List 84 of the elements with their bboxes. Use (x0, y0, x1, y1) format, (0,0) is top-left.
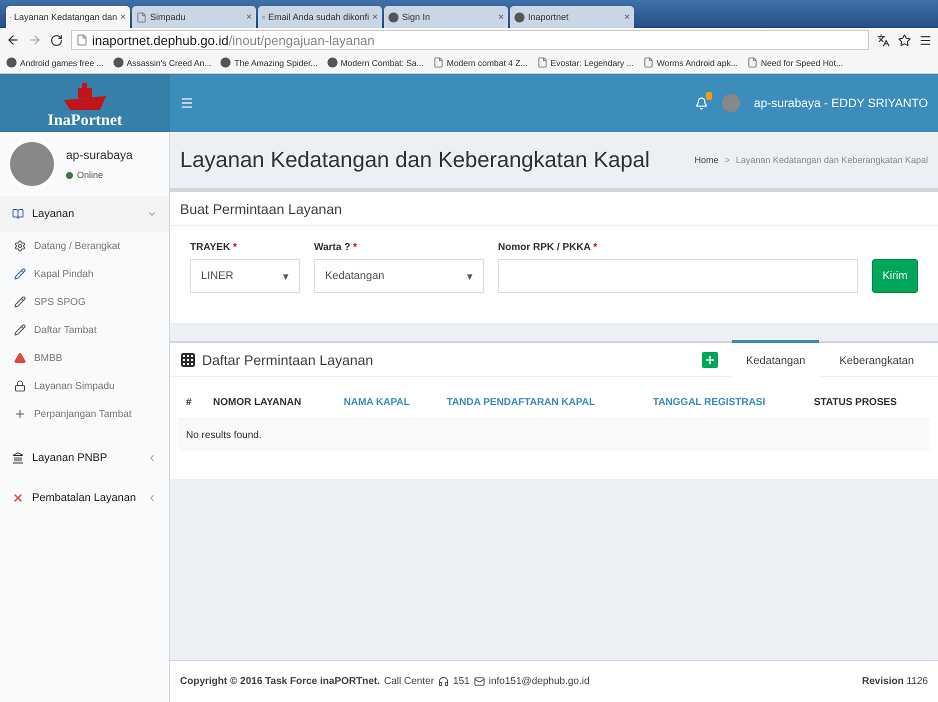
pencil-icon (14, 268, 26, 280)
caret-icon: ▾ (283, 270, 289, 282)
status-label: Online (66, 170, 133, 180)
breadcrumb-link[interactable]: Home (694, 155, 719, 165)
menu-item[interactable]: Daftar Tambat (0, 316, 169, 344)
field-label: Nomor RPK / PKKA * (498, 242, 598, 253)
plus-icon (704, 354, 716, 366)
copyright-text: Copyright © 2016 Task Force inaPORTnet. (180, 676, 380, 687)
page-icon (642, 57, 654, 68)
page-icon (746, 57, 758, 68)
back-icon[interactable] (6, 33, 20, 47)
add-button[interactable] (702, 352, 718, 368)
address-field[interactable]: inaportnet.dephub.go.id/inout/pengajuan-layanan (71, 30, 869, 50)
close-icon[interactable]: × (372, 12, 378, 22)
breadcrumb-separator: > (724, 155, 730, 165)
empty-message: No results found. (178, 419, 930, 451)
menu-group[interactable]: Layanan (0, 196, 169, 232)
menu-group[interactable]: Layanan PNBP (0, 438, 169, 478)
page-icon (432, 57, 444, 68)
bookmark[interactable]: Worms Android apk... (642, 57, 738, 68)
footer-label: Call Center (384, 676, 434, 687)
avatar (10, 142, 54, 186)
lock-icon (14, 380, 26, 392)
bank-icon (12, 452, 24, 464)
select-field[interactable]: Kedatangan ▾ (314, 259, 484, 293)
menu-item[interactable]: Layanan Simpadu (0, 372, 169, 400)
bookmark[interactable]: The Amazing Spider... (220, 57, 318, 68)
page-title: Layanan Kedatangan dan Keberangkatan Kapal (180, 147, 650, 173)
browser-tab[interactable]: Layanan Kedatangan dan × (6, 6, 130, 28)
book-icon (12, 208, 24, 220)
field-label: TRAYEK * (190, 242, 238, 253)
page-icon (136, 12, 147, 22)
logo[interactable]: InaPortnet (0, 74, 170, 132)
tab[interactable]: Kedatangan (732, 340, 820, 380)
reload-icon[interactable] (50, 34, 63, 46)
card-title: Daftar Permintaan Layanan (202, 352, 374, 368)
menu-item[interactable]: BMBB (0, 344, 169, 372)
close-icon (12, 492, 24, 504)
tab[interactable]: Keberangkatan (825, 340, 928, 380)
select-field[interactable]: LINER ▾ (190, 259, 300, 293)
pencil-icon (14, 296, 26, 308)
close-icon[interactable]: × (120, 12, 126, 22)
notification-badge (706, 92, 712, 100)
caret-icon: ▾ (467, 270, 473, 282)
menu-item[interactable]: SPS SPOG (0, 288, 169, 316)
mail-icon (474, 676, 485, 687)
browser-tab[interactable]: Email Anda sudah dikonfi × (258, 6, 382, 28)
bookmark[interactable]: Modern Combat: Sa... (326, 57, 424, 68)
plus-icon (14, 408, 26, 420)
bookmark[interactable]: Evostar: Legendary ... (536, 57, 634, 68)
pencil-icon (14, 324, 26, 336)
revision-text: Revision 1126 (862, 676, 928, 687)
headset-icon (438, 676, 450, 687)
page-icon (76, 34, 88, 46)
user-name[interactable]: ap-surabaya - EDDY SRIYANTO (754, 96, 928, 110)
bookmark[interactable]: Need for Speed Hot... (746, 57, 844, 68)
browser-tab[interactable]: Inaportnet × (510, 6, 634, 28)
menu-group[interactable]: Pembatalan Layanan (0, 478, 169, 518)
browser-tab[interactable]: Sign In × (384, 6, 508, 28)
close-icon[interactable]: × (246, 12, 252, 22)
gear-icon (14, 240, 26, 252)
menu-item[interactable]: Kapal Pindah (0, 260, 169, 288)
warning-icon (14, 352, 26, 364)
bookmark[interactable]: Assassin's Creed An... (112, 57, 212, 68)
menu-item[interactable]: Perpanjangan Tambat (0, 400, 169, 428)
input-field[interactable] (498, 259, 858, 293)
close-icon[interactable]: × (498, 12, 504, 22)
star-icon[interactable] (898, 34, 911, 46)
browser-tab[interactable]: Simpadu × (132, 6, 256, 28)
page-icon (536, 57, 548, 68)
email-address: info151@dephub.go.id (488, 676, 590, 687)
menu-icon[interactable] (919, 34, 932, 46)
translate-icon[interactable] (877, 34, 890, 46)
phone-number: 151 (453, 676, 470, 687)
menu-item[interactable]: Datang / Berangkat (0, 232, 169, 260)
bell-icon[interactable] (694, 96, 708, 110)
avatar (722, 94, 740, 112)
bookmark[interactable]: Modern combat 4 Z... (432, 57, 528, 68)
close-icon[interactable]: × (624, 12, 630, 22)
field-label: Warta ? * (314, 242, 358, 253)
user-name: ap-surabaya (66, 148, 133, 162)
grid-icon (180, 352, 196, 368)
bookmark[interactable]: Android games free ... (6, 57, 104, 68)
card-title: Buat Permintaan Layanan (180, 200, 342, 216)
